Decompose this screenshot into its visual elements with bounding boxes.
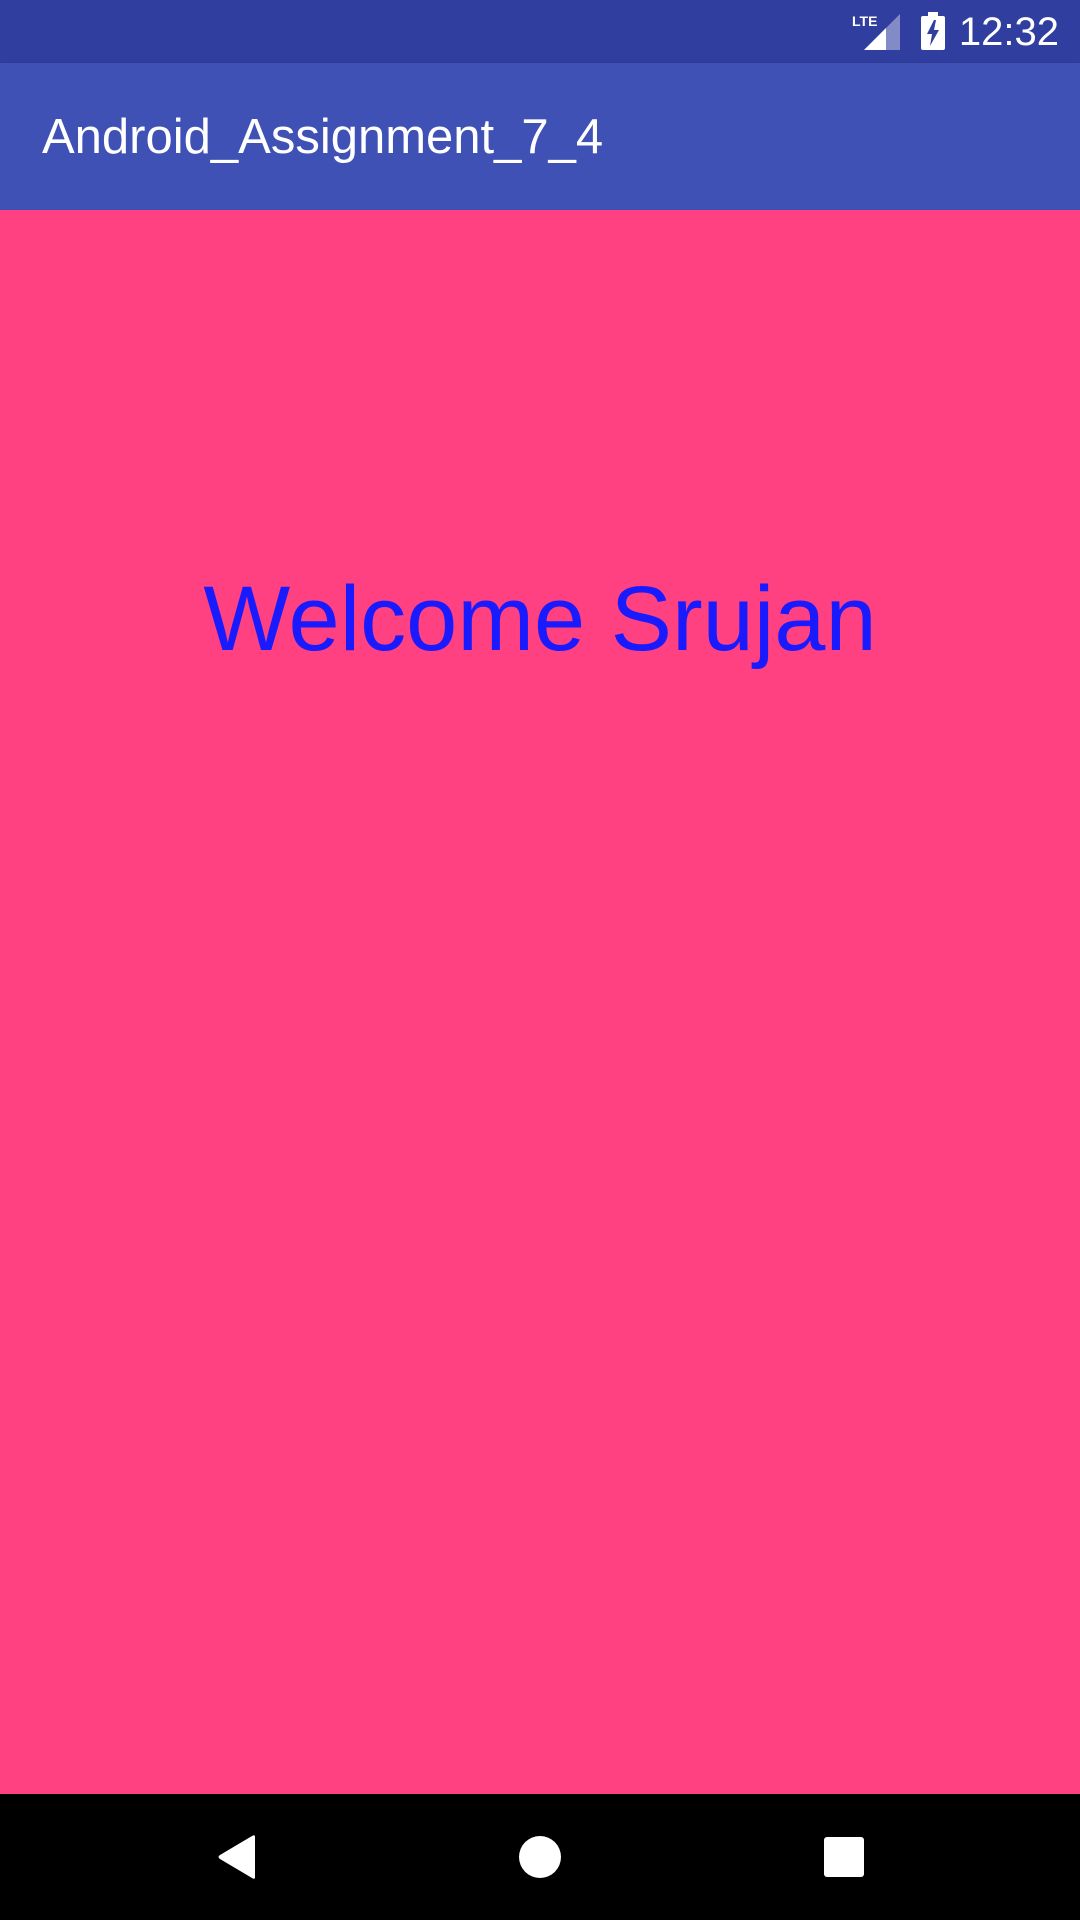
recents-icon — [824, 1837, 864, 1877]
battery-charging-icon — [921, 12, 945, 50]
status-time: 12:32 — [958, 10, 1059, 54]
back-button[interactable] — [177, 1794, 297, 1920]
welcome-text: Welcome Srujan — [203, 568, 877, 670]
home-icon — [519, 1836, 561, 1878]
home-button[interactable] — [480, 1794, 600, 1920]
back-icon — [218, 1835, 255, 1879]
lte-label: LTE — [852, 13, 877, 29]
app-bar: Android_Assignment_7_4 — [0, 63, 1080, 210]
navigation-bar — [0, 1794, 1080, 1920]
lte-signal-icon: LTE — [852, 13, 900, 50]
recents-button[interactable] — [784, 1794, 904, 1920]
status-bar: LTE 12:32 — [0, 0, 1080, 63]
screen: LTE 12:32 Android_Assignment_7_4 Welcome… — [0, 0, 1080, 1920]
main-content: Welcome Srujan — [0, 210, 1080, 1794]
app-title: Android_Assignment_7_4 — [42, 110, 604, 164]
